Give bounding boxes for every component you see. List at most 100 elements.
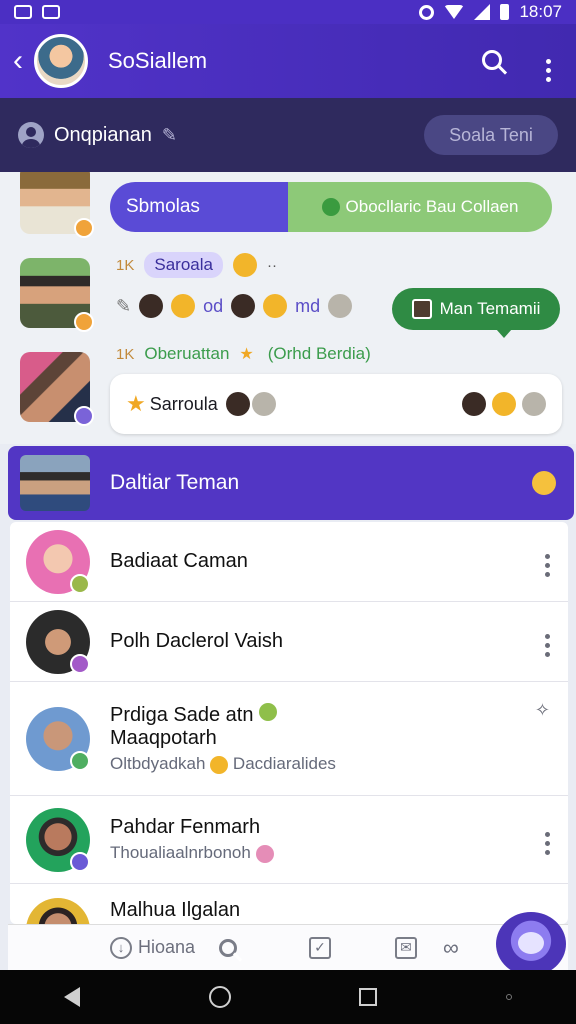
reaction-text: od (203, 295, 224, 316)
emoji-icon (255, 844, 274, 863)
friend-name: Pahdar Fenmarh (110, 816, 261, 838)
incoming-message-pill[interactable]: Man Temamii (392, 288, 560, 338)
emoji-icon (492, 392, 516, 416)
sync-icon (419, 4, 435, 20)
emoji-icon (263, 294, 288, 318)
sender-name: Oberuattan (144, 344, 230, 363)
avatar (26, 706, 90, 771)
message-icon (42, 5, 60, 19)
back-icon[interactable] (64, 987, 81, 1007)
assistant-mascot-button[interactable] (496, 912, 566, 976)
app-title: SoSiallem (108, 48, 208, 73)
edit-icon[interactable]: ✎ (162, 125, 177, 146)
user-tag[interactable]: Saroala (144, 252, 223, 278)
pin-icon: ✧ (534, 700, 550, 720)
star-icon: ★ (126, 391, 146, 416)
status-bar: 18:07 (0, 0, 576, 24)
sticker-icon (522, 392, 546, 416)
avatar-icon (462, 392, 486, 416)
status-badge (74, 218, 94, 238)
chip-right[interactable]: Obocllaric Bau Collaen (288, 182, 552, 232)
user-subheader: Onqpianan ✎ Soala Teni (0, 98, 576, 172)
notification-icon (14, 5, 32, 19)
chat-avatar[interactable] (20, 258, 94, 332)
friend-name: Badiaat Caman (110, 550, 248, 572)
subheader-action-button[interactable]: Soala Teni (424, 115, 558, 155)
more-options-button[interactable] (545, 626, 550, 657)
recents-icon[interactable] (359, 988, 378, 1006)
emoji-icon (259, 703, 277, 721)
friend-status: Thoualiaalnrbonoh (110, 843, 518, 863)
friend-name-line2: Maaqpotarh (110, 727, 217, 749)
chat-bubble-icon (321, 198, 340, 216)
list-item[interactable]: Polh Daclerol Vaish (10, 602, 568, 682)
status-text: Thoualiaalnrbonoh (110, 843, 251, 862)
avatar (26, 807, 90, 872)
reaction-row: ✎ od md (116, 294, 353, 318)
bubble-text: Sarroula (149, 393, 218, 414)
avatar-icon (139, 294, 164, 318)
reaction-text: md (295, 295, 321, 316)
chat-area: Sbmolas Obocllaric Bau Collaen 1K Saroal… (0, 172, 576, 444)
avatar (26, 609, 90, 674)
home-icon[interactable] (208, 986, 231, 1008)
download-icon: ↓ (110, 936, 132, 959)
status-text-2: Dacdiaralides (232, 754, 336, 773)
emoji-icon (171, 294, 196, 318)
kebab-icon (545, 634, 550, 657)
nav-label: Hioana (138, 937, 196, 957)
friends-title: Daltiar Teman (110, 471, 240, 494)
user-icon (18, 122, 44, 148)
system-nav-bar (0, 970, 576, 1024)
bottom-nav: ↓ Hioana ✓ ✉ ∞ (8, 924, 568, 970)
chat-avatar[interactable] (20, 172, 94, 238)
list-item[interactable]: Malhua Ilgalan (10, 884, 568, 924)
search-icon (219, 938, 238, 957)
wifi-icon (444, 5, 465, 19)
nav-item-infinity[interactable]: ∞ (443, 935, 459, 961)
chat-tab-chips: Sbmolas Obocllaric Bau Collaen (110, 182, 552, 232)
profile-avatar[interactable] (34, 34, 88, 88)
pill-text: Man Temamii (439, 299, 541, 318)
more-options-button[interactable] (545, 824, 550, 855)
message-bubble[interactable]: ★ Sarroula (110, 374, 562, 434)
back-arrow-icon[interactable]: ‹ (4, 44, 32, 78)
infinity-icon: ∞ (443, 934, 459, 960)
emoji-icon (232, 253, 257, 277)
status-badge (70, 653, 90, 674)
more-options-button[interactable] (545, 546, 550, 577)
signal-icon (474, 4, 491, 20)
sender-avatar (411, 299, 432, 319)
search-button[interactable] (464, 46, 520, 77)
status-badge (74, 406, 94, 426)
header-thumbnail (20, 455, 90, 511)
list-item[interactable]: Prdiga Sade atn Maaqpotarh Oltbdyadkah D… (10, 682, 568, 796)
status-badge (70, 573, 90, 594)
chat-avatar[interactable] (20, 352, 94, 426)
list-item[interactable]: Badiaat Caman (10, 522, 568, 602)
pin-button[interactable]: ✧ (535, 700, 550, 721)
friend-status: Oltbdyadkah Dacdiaralides (110, 754, 518, 774)
emoji-icon[interactable] (532, 471, 556, 495)
status-time: 18:07 (519, 2, 562, 21)
status-badge (70, 851, 90, 872)
chip-right-label: Obocllaric Bau Collaen (345, 197, 519, 216)
list-item[interactable]: Pahdar Fenmarh Thoualiaalnrbonoh (10, 796, 568, 884)
more-options-button[interactable] (520, 40, 576, 82)
friend-name: Prdiga Sade atn (110, 703, 518, 727)
mail-icon: ✉ (395, 936, 418, 959)
meta-dots: ·· (266, 256, 277, 274)
avatar-icon (251, 392, 276, 416)
chip-left[interactable]: Sbmolas (110, 182, 288, 232)
nav-item-search[interactable] (219, 938, 238, 957)
friends-list-header: Daltiar Teman (8, 446, 574, 520)
avatar-icon (225, 392, 250, 416)
message-count: 1K (116, 256, 135, 274)
battery-icon (500, 4, 510, 20)
nav-item-tasks[interactable]: ✓ (309, 936, 332, 959)
link-icon: ✎ (116, 295, 132, 316)
nav-item-mail[interactable]: ✉ (395, 936, 418, 959)
kebab-icon (545, 554, 550, 577)
checkbox-icon: ✓ (309, 936, 332, 959)
nav-item-home[interactable]: ↓ Hioana (110, 936, 196, 959)
